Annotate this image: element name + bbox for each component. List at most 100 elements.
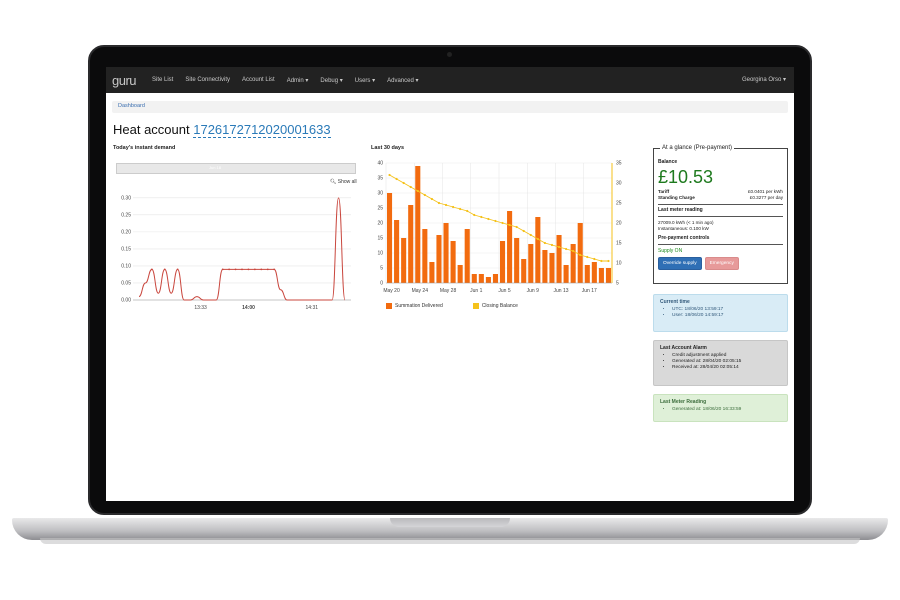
laptop-foot [40,538,860,544]
x-tick-label: 13:33 [194,305,207,311]
bar [577,223,583,283]
last-meter-reading-box: Last Meter Reading Generated at: 18/06/2… [653,394,788,422]
bar [485,277,491,283]
y-tick-label: 0.25 [121,212,131,218]
balance-point [416,189,419,193]
bar [429,262,435,283]
demand-point [150,268,153,271]
demand-point [221,268,224,271]
x-tick-label: 14:00 [242,305,255,311]
legend-label-summation: Summation Delivered [395,303,443,309]
y-right-tick-label: 20 [616,221,622,227]
x-tick-label: May 24 [412,288,429,294]
y-left-tick-label: 10 [377,251,383,257]
controls-label: Pre-payment controls [658,235,710,241]
nav-item-site-connectivity[interactable]: Site Connectivity [185,77,230,83]
bar [605,268,612,283]
balance-point [402,181,405,185]
y-left-tick-label: 40 [377,161,383,167]
bar [450,241,456,283]
balance-point [564,247,568,251]
nav-item-account-list[interactable]: Account List [242,77,275,83]
user-menu[interactable]: Georgina Orso ▾ [742,76,786,83]
x-tick-label: 14:31 [306,305,319,311]
nav-item-site-list[interactable]: Site List [152,77,173,83]
bar [492,274,499,283]
navbar: guru Site List Site Connectivity Account… [106,67,794,93]
demand-point [266,268,269,271]
balance-label: Balance [658,159,678,165]
x-tick-label: May 20 [383,288,400,294]
camera-icon [447,52,452,57]
logo[interactable]: guru [112,73,152,88]
breadcrumb-dashboard[interactable]: Dashboard [118,103,145,109]
nav-item-advanced[interactable]: Advanced ▾ [387,77,418,84]
laptop-notch [390,518,510,527]
navigator-date: Jun 18 [209,165,222,170]
page-title-prefix: Heat account [113,122,190,137]
bar [549,253,555,283]
balance-point [423,193,426,197]
y-right-tick-label: 10 [616,261,622,267]
y-left-tick-label: 35 [377,176,383,182]
y-right-tick-label: 15 [616,241,622,247]
demand-point [273,268,276,271]
instantaneous-reading: Instantaneous: 0.100 kW [658,226,709,231]
bar [507,211,513,283]
last-alarm-title: Last Account Alarm [660,345,707,351]
demand-point [260,268,263,271]
y-left-tick-label: 25 [377,206,383,212]
standing-label: Standing Charge [658,195,695,200]
chart-navigator[interactable]: Jun 18 [116,163,356,174]
balance-point [466,209,469,213]
bar [598,268,604,283]
nav-item-users[interactable]: Users ▾ [355,77,375,84]
account-number-link[interactable]: 1726172712020001633 [193,122,331,138]
balance-point [459,207,462,211]
balance-point [607,259,610,263]
glance-title: At a glance (Pre-payment) [660,145,735,151]
y-left-tick-label: 30 [377,191,383,197]
bar [422,229,428,283]
balance-point [522,229,525,233]
y-left-tick-label: 15 [377,236,383,242]
demand-point [228,268,231,271]
x-tick-label: May 28 [440,288,457,294]
balance-point [444,203,448,207]
legend-item-summation[interactable]: Summation Delivered [386,303,443,309]
bar [570,244,576,283]
bar [591,262,597,283]
demand-point [253,268,256,271]
bar [521,259,527,283]
x-tick-label: Jun 1 [470,288,482,294]
demand-point [241,268,243,271]
breadcrumb: Dashboard [112,101,788,113]
standing-value: £0.3277 per day [749,195,783,200]
bar [401,238,407,283]
screen: guru Site List Site Connectivity Account… [106,67,794,501]
legend-swatch-summation [386,303,392,309]
laptop-stage: guru Site List Site Connectivity Account… [0,0,900,600]
y-left-tick-label: 20 [377,221,383,227]
y-right-tick-label: 25 [616,201,622,207]
instant-demand-label: Today's instant demand [113,145,176,151]
bar [542,250,548,283]
divider [658,216,783,217]
override-supply-button[interactable]: Override supply [658,257,702,270]
bar [415,166,421,283]
bar [464,229,470,283]
legend-item-balance[interactable]: Closing Balance [472,303,518,309]
balance-point [430,197,434,201]
x-tick-label: Jun 9 [527,288,539,294]
emergency-button[interactable]: Emergency [704,257,739,270]
control-buttons: Override supply Emergency [658,257,783,270]
balance-point [550,243,554,247]
alarm-received: Received at: 28/04/20 02:05:14 [672,365,781,371]
nav-item-debug[interactable]: Debug ▾ [320,77,342,84]
last-reading-title: Last Meter Reading [660,399,707,405]
x-tick-label: Jun 5 [498,288,510,294]
balance-point [451,205,455,209]
bar [394,220,400,283]
nav-item-admin[interactable]: Admin ▾ [287,77,309,84]
standing-row: Standing Charge £0.3277 per day [658,195,783,201]
